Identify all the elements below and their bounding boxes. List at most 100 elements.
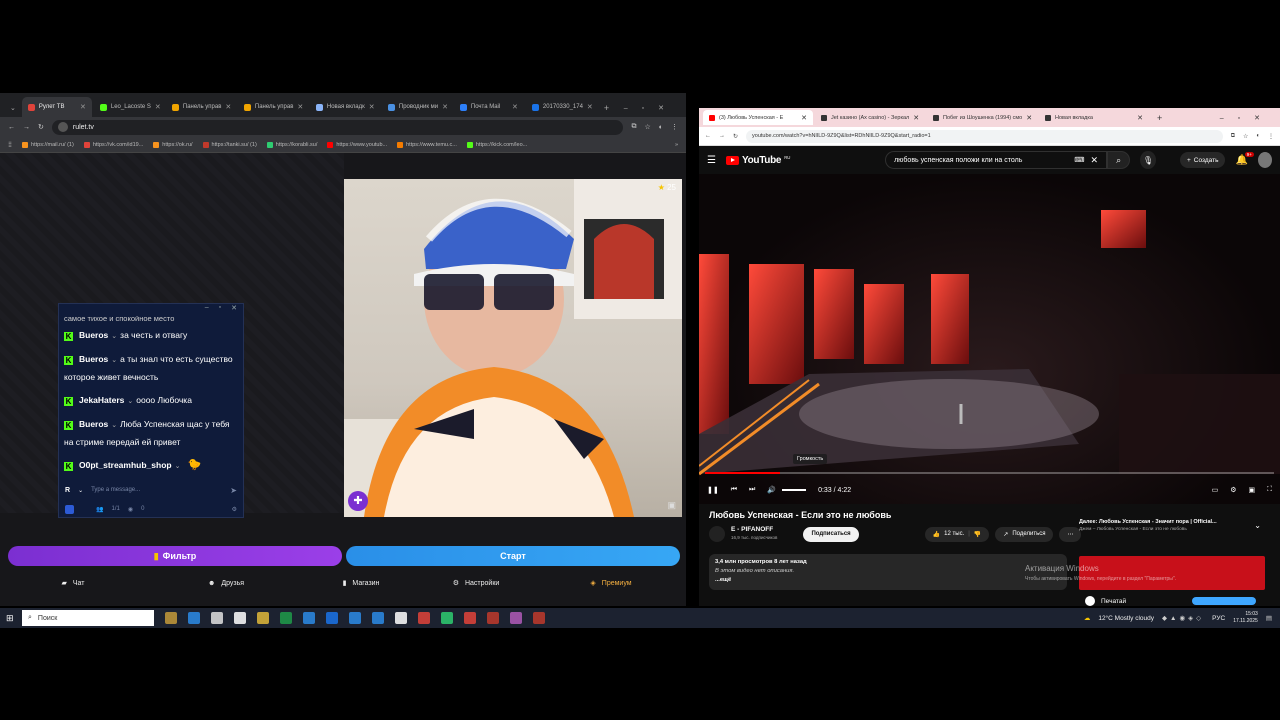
close-icon[interactable]: ✕ <box>369 103 375 111</box>
previous-icon[interactable]: ⏮ <box>731 486 737 494</box>
progress-bar[interactable] <box>705 472 1274 474</box>
filter-button[interactable]: ▮ Фильтр <box>8 546 342 566</box>
install-icon[interactable]: ⧉ <box>1231 133 1235 140</box>
subtitles-icon[interactable]: ▭ <box>1212 486 1219 494</box>
close-icon[interactable]: ✕ <box>155 103 161 111</box>
bookmark-star-icon[interactable]: ☆ <box>1243 133 1248 140</box>
close-icon[interactable]: ✕ <box>512 103 518 111</box>
notifications-bell-icon[interactable]: 🔔 9+ <box>1235 151 1254 166</box>
volume-icon[interactable]: 🔊 <box>767 486 776 494</box>
chat-username[interactable]: Bueros <box>79 354 108 364</box>
back-icon[interactable]: ← <box>705 133 711 139</box>
tab-6[interactable]: Почта Mail ✕ <box>454 97 524 117</box>
new-tab-button[interactable]: + <box>1157 113 1162 123</box>
taskbar-search[interactable]: ⌕ Поиск <box>22 610 154 626</box>
chat-window-controls[interactable]: – ▫ ✕ <box>59 304 243 316</box>
screenshot-icon[interactable]: ▣ <box>667 500 676 511</box>
tab-7[interactable]: 20170330_174 ✕ <box>526 97 596 117</box>
close-icon[interactable]: ✕ <box>231 304 237 316</box>
menu-icon[interactable]: ⋮ <box>671 123 678 131</box>
fullscreen-icon[interactable]: ⛶ <box>1267 486 1272 494</box>
clear-icon[interactable]: ✕ <box>1091 155 1099 166</box>
send-icon[interactable]: ➤ <box>230 486 237 495</box>
window-controls[interactable]: –▫✕ <box>624 104 686 112</box>
tab-4[interactable]: Новая вкладк ✕ <box>310 97 380 117</box>
taskbar-app-icon[interactable] <box>418 612 430 624</box>
taskbar-app-icon[interactable] <box>487 612 499 624</box>
chat-username[interactable]: JekaHaters <box>79 395 124 405</box>
tab-0[interactable]: (3) Любовь Успенская - Е ✕ <box>703 110 813 125</box>
menu-icon[interactable]: ⋮ <box>1268 133 1274 140</box>
nav-item-premium[interactable]: ◈ Премиум <box>536 579 686 588</box>
description-more[interactable]: ...ещё <box>715 576 1061 585</box>
nav-item-chat[interactable]: ▰ Чат <box>0 579 146 588</box>
close-icon[interactable]: ✕ <box>587 103 593 111</box>
apps-icon[interactable]: ⣿ <box>8 142 12 148</box>
bookmark-item[interactable]: https://www.temu.c... <box>397 141 457 148</box>
thumbs-down-icon[interactable]: 👎 <box>974 531 981 538</box>
chevron-down-icon[interactable]: ⌄ <box>111 357 117 364</box>
install-icon[interactable]: ⧉ <box>631 123 636 131</box>
search-input[interactable]: любовь успенская положи кли на столь ⌨ ✕ <box>885 151 1108 169</box>
account-avatar[interactable] <box>1257 152 1272 168</box>
print-action-button[interactable] <box>1192 597 1257 605</box>
new-tab-button[interactable]: + <box>604 103 609 113</box>
tab-1[interactable]: Leo_Lacoste S ✕ <box>94 97 164 117</box>
gear-icon[interactable]: ⚙ <box>232 506 237 513</box>
miniplayer-icon[interactable]: ▣ <box>1248 486 1255 494</box>
next-icon[interactable]: ⏭ <box>749 486 755 494</box>
language-indicator[interactable]: РУС <box>1212 615 1225 622</box>
nav-item-shop[interactable]: ▮ Магазин <box>306 579 416 588</box>
tab-3[interactable]: Новая вкладка ✕ <box>1039 110 1149 125</box>
right-address-bar[interactable]: youtube.com/watch?v=hNlILD-9Z9Q&list=RDh… <box>746 129 1223 143</box>
extension-icon[interactable]: ◐ <box>1256 133 1260 139</box>
taskbar-app-icon[interactable] <box>211 612 223 624</box>
close-icon[interactable]: ✕ <box>1137 114 1143 122</box>
reload-icon[interactable]: ↻ <box>733 133 738 140</box>
start-button[interactable]: Старт <box>346 546 680 566</box>
nav-item-settings[interactable]: ⚙ Настройки <box>416 579 536 588</box>
extension-icon[interactable]: ◐ <box>659 124 663 131</box>
taskbar-app-icon[interactable] <box>372 612 384 624</box>
bookmark-item[interactable]: https://vk.com/id19... <box>83 141 143 148</box>
volume-slider[interactable] <box>782 489 807 491</box>
clock[interactable]: 15:03 17.11.2025 <box>1233 611 1258 625</box>
chat-input[interactable]: Type a message... <box>91 487 222 493</box>
chat-username[interactable]: Bueros <box>79 419 108 429</box>
chevron-down-icon[interactable]: ⌄ <box>111 333 117 340</box>
chat-username[interactable]: O0pt_streamhub_shop <box>79 460 172 470</box>
video-player[interactable]: Громкость ❚❚ ⏮ ⏭ 🔊 0:33 / 4:22 ▭ ⚙ ▣ ⛶ <box>699 174 1280 504</box>
forward-icon[interactable]: → <box>719 133 725 139</box>
description-box[interactable]: 3,4 млн просмотров 8 лет назад В этом ви… <box>709 554 1067 590</box>
left-address-bar[interactable]: rulet.tv <box>51 119 624 135</box>
maximize-icon[interactable]: ▫ <box>219 304 221 316</box>
bookmark-star-icon[interactable]: ☆ <box>644 123 650 131</box>
taskbar-app-icon[interactable] <box>441 612 453 624</box>
up-next[interactable]: Далее: Любовь Успенская - Значит пора | … <box>1079 518 1269 540</box>
tab-0[interactable]: Рулет ТВ ✕ <box>21 97 92 117</box>
close-icon[interactable]: ✕ <box>80 103 86 111</box>
taskbar-app-icon[interactable] <box>165 612 177 624</box>
bookmark-item[interactable]: https://kick.com/leo... <box>466 141 527 148</box>
taskbar-app-icon[interactable] <box>464 612 476 624</box>
close-icon[interactable]: ✕ <box>1026 114 1032 122</box>
bookmark-item[interactable]: https://korabli.su/ <box>266 141 317 148</box>
bookmark-item[interactable]: https://tanki.su/ (1) <box>202 141 257 148</box>
subscribe-button[interactable]: Подписаться <box>803 526 859 542</box>
close-icon[interactable]: ✕ <box>442 103 448 111</box>
webcam-video[interactable]: ★ 25 ✚ ▣ <box>344 179 682 517</box>
nav-item-friends[interactable]: ☻ Друзья <box>146 580 306 587</box>
mic-icon[interactable]: 🎙 <box>1140 151 1156 169</box>
chevron-down-icon[interactable]: ⌄ <box>127 398 133 405</box>
taskbar-app-icon[interactable] <box>349 612 361 624</box>
taskbar-app-icon[interactable] <box>395 612 407 624</box>
window-controls[interactable]: –▫✕ <box>1220 114 1280 122</box>
tab-1[interactable]: Jet казино (Ax casino) - Зеркал ✕ <box>815 110 925 125</box>
keyboard-icon[interactable]: ⌨ <box>1074 156 1084 164</box>
hamburger-icon[interactable]: ☰ <box>707 155 716 166</box>
chevron-down-icon[interactable]: ⌄ <box>175 463 181 470</box>
minimize-icon[interactable]: – <box>205 304 209 316</box>
notifications-icon[interactable]: ▤ <box>1266 614 1272 622</box>
taskbar-app-icon[interactable] <box>303 612 315 624</box>
tray-icons[interactable]: ◆▲◉◈◇ <box>1162 614 1204 622</box>
